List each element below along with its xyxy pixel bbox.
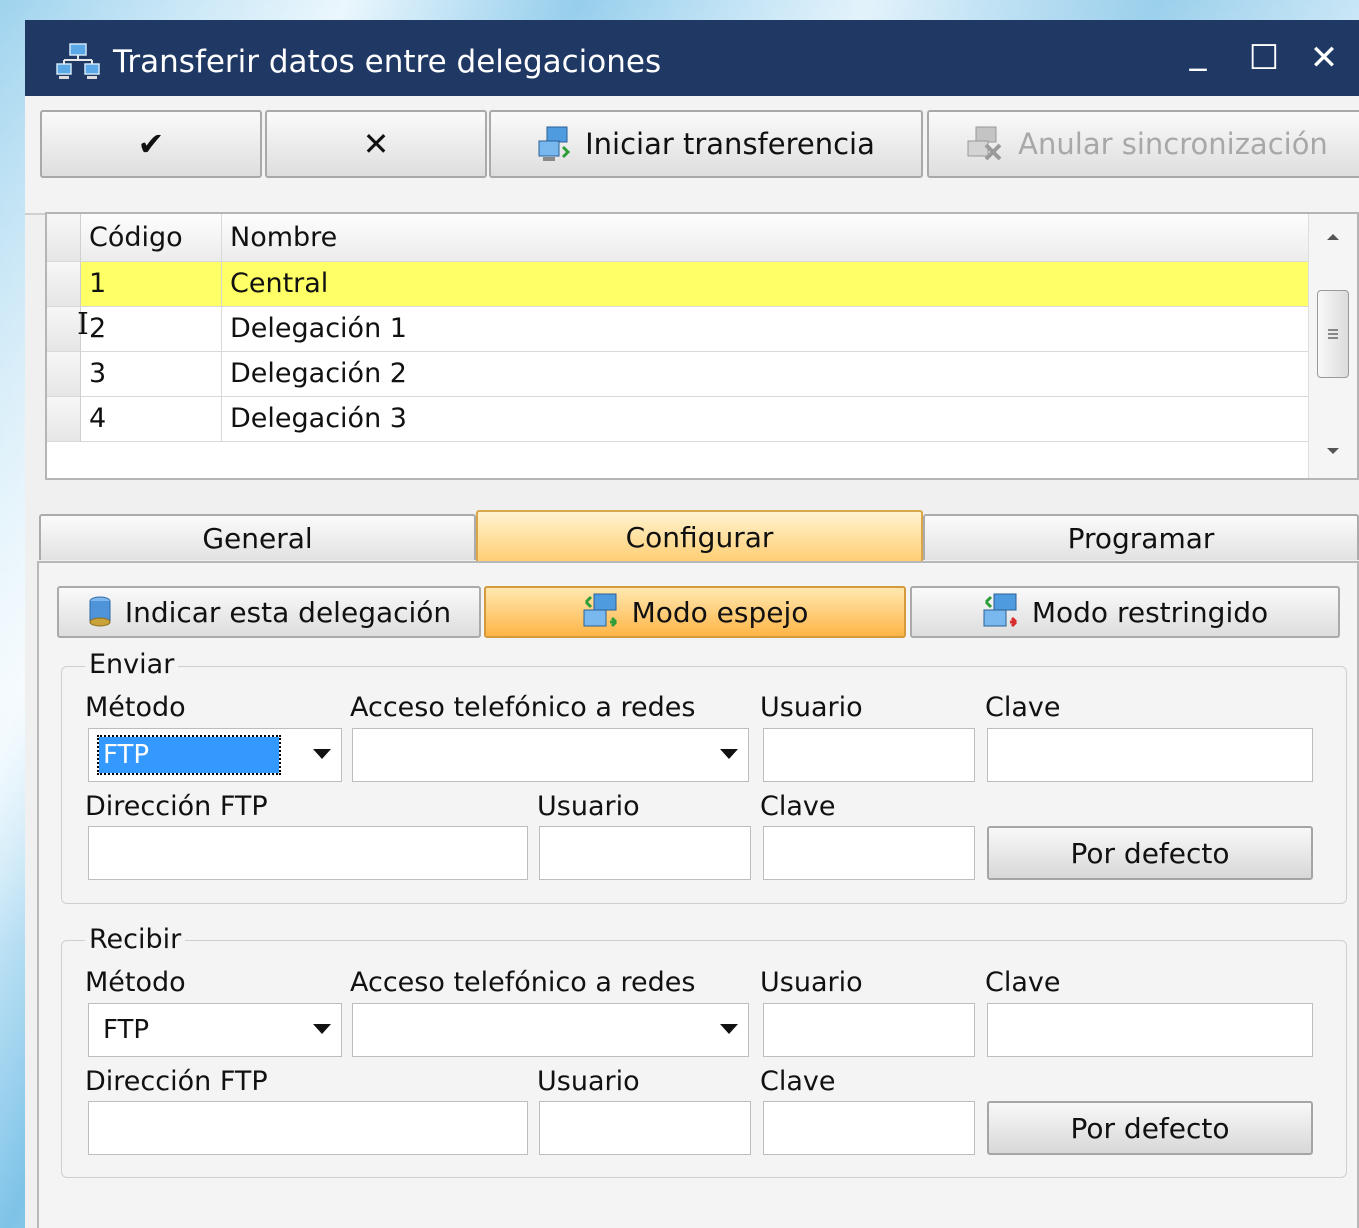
receive-ftp-password-input[interactable] [763, 1101, 975, 1155]
restricted-mode-label: Modo restringido [1031, 595, 1269, 629]
start-transfer-label: Iniciar transferencia [585, 127, 875, 161]
cell-code[interactable]: 4 [81, 397, 222, 442]
receive-user-input[interactable] [763, 1003, 975, 1057]
this-delegation-button[interactable]: Indicar esta delegación [57, 586, 481, 638]
x-icon: ✕ [362, 125, 390, 163]
send-ftp-password-input[interactable] [763, 826, 975, 880]
check-icon: ✔ [137, 125, 165, 163]
column-header-code[interactable]: Código [81, 214, 222, 262]
cell-code[interactable]: 3 [81, 352, 222, 397]
cancel-sync-label: Anular sincronización [1018, 127, 1328, 161]
close-icon: ✕ [1309, 38, 1339, 78]
chevron-down-icon [313, 749, 331, 759]
send-dialup-select[interactable] [352, 728, 749, 782]
row-indicator[interactable] [47, 352, 81, 397]
send-dialup-value [363, 737, 371, 773]
send-ftp-address-label: Dirección FTP [85, 791, 268, 822]
scroll-down-button[interactable] [1309, 430, 1357, 474]
receive-dialup-select[interactable] [352, 1003, 749, 1057]
receive-group-label: Recibir [85, 925, 186, 955]
toolbar: ✔ ✕ Iniciar transferencia Anular sincron… [25, 96, 1359, 215]
delegations-grid: Código Nombre 1 Central 2 Delegación 1 3… [45, 212, 1359, 480]
receive-ftp-address-input[interactable] [88, 1101, 528, 1155]
window-title: Transferir datos entre delegaciones [113, 44, 662, 80]
computers-sync-icon [538, 126, 571, 161]
network-computers-icon [56, 43, 100, 79]
cell-code[interactable]: 1 [81, 262, 222, 307]
scroll-down-icon [1327, 448, 1339, 454]
scroll-up-icon [1327, 234, 1339, 240]
minimize-icon: _ [1189, 32, 1207, 72]
row-indicator[interactable] [47, 262, 81, 307]
computers-cancel-icon [967, 126, 1002, 161]
column-header-name[interactable]: Nombre [222, 214, 1309, 262]
send-dialup-label: Acceso telefónico a redes [350, 692, 696, 723]
send-group-label: Enviar [85, 650, 179, 680]
cancel-sync-button[interactable]: Anular sincronización [927, 110, 1359, 178]
receive-password-label: Clave [985, 967, 1061, 998]
send-password-label: Clave [985, 692, 1061, 723]
restricted-mode-button[interactable]: Modo restringido [910, 586, 1340, 638]
cell-code[interactable]: 2 [81, 307, 222, 352]
send-method-value: FTP [97, 735, 281, 775]
send-ftp-user-input[interactable] [539, 826, 751, 880]
computers-sync-green-icon [583, 593, 617, 628]
maximize-button[interactable]: ☐ [1241, 36, 1287, 80]
send-ftp-user-label: Usuario [537, 791, 640, 822]
text-cursor-icon: I [77, 307, 89, 342]
cell-name[interactable]: Delegación 3 [222, 397, 1309, 442]
minimize-button[interactable]: _ [1175, 32, 1221, 80]
receive-dialup-value [363, 1012, 371, 1048]
tab-general[interactable]: General [39, 514, 476, 560]
receive-password-input[interactable] [987, 1003, 1313, 1057]
send-ftp-address-input[interactable] [88, 826, 528, 880]
receive-method-select[interactable]: FTP [88, 1003, 342, 1057]
mirror-mode-label: Modo espejo [631, 595, 809, 629]
close-button[interactable]: ✕ [1301, 36, 1347, 80]
receive-method-value: FTP [103, 1015, 150, 1045]
tab-programar[interactable]: Programar [923, 514, 1359, 560]
row-indicator[interactable] [47, 307, 81, 352]
grid-corner [47, 214, 81, 262]
scroll-up-button[interactable] [1309, 214, 1357, 258]
grip-icon [1328, 329, 1338, 339]
tab-configurar[interactable]: Configurar [476, 510, 923, 562]
receive-user-label: Usuario [760, 967, 863, 998]
dialog-window: Transferir datos entre delegaciones _ ☐ … [25, 20, 1359, 1228]
start-transfer-button[interactable]: Iniciar transferencia [489, 110, 923, 178]
receive-ftp-user-input[interactable] [539, 1101, 751, 1155]
send-default-button[interactable]: Por defecto [987, 826, 1313, 880]
send-user-label: Usuario [760, 692, 863, 723]
row-indicator[interactable] [47, 397, 81, 442]
computers-sync-red-icon [983, 593, 1017, 628]
database-icon [89, 596, 111, 627]
send-method-select[interactable]: FTP [88, 728, 342, 782]
this-delegation-label: Indicar esta delegación [124, 595, 452, 629]
chevron-down-icon [313, 1024, 331, 1034]
receive-ftp-user-label: Usuario [537, 1066, 640, 1097]
chevron-down-icon [720, 1024, 738, 1034]
grid-scrollbar[interactable] [1308, 214, 1357, 478]
title-bar[interactable]: Transferir datos entre delegaciones _ ☐ … [25, 20, 1359, 96]
receive-dialup-label: Acceso telefónico a redes [350, 967, 696, 998]
send-ftp-password-label: Clave [760, 791, 836, 822]
mirror-mode-button[interactable]: Modo espejo [484, 586, 906, 638]
receive-method-label: Método [85, 967, 186, 998]
receive-ftp-address-label: Dirección FTP [85, 1066, 268, 1097]
receive-default-button[interactable]: Por defecto [987, 1101, 1313, 1155]
cell-name[interactable]: Central [222, 262, 1309, 307]
receive-ftp-password-label: Clave [760, 1066, 836, 1097]
cell-name[interactable]: Delegación 1 [222, 307, 1309, 352]
cell-name[interactable]: Delegación 2 [222, 352, 1309, 397]
scroll-thumb[interactable] [1317, 290, 1349, 378]
send-password-input[interactable] [987, 728, 1313, 782]
send-method-label: Método [85, 692, 186, 723]
chevron-down-icon [720, 749, 738, 759]
accept-button[interactable]: ✔ [40, 110, 262, 178]
maximize-icon: ☐ [1248, 38, 1280, 78]
send-user-input[interactable] [763, 728, 975, 782]
cancel-button[interactable]: ✕ [265, 110, 487, 178]
